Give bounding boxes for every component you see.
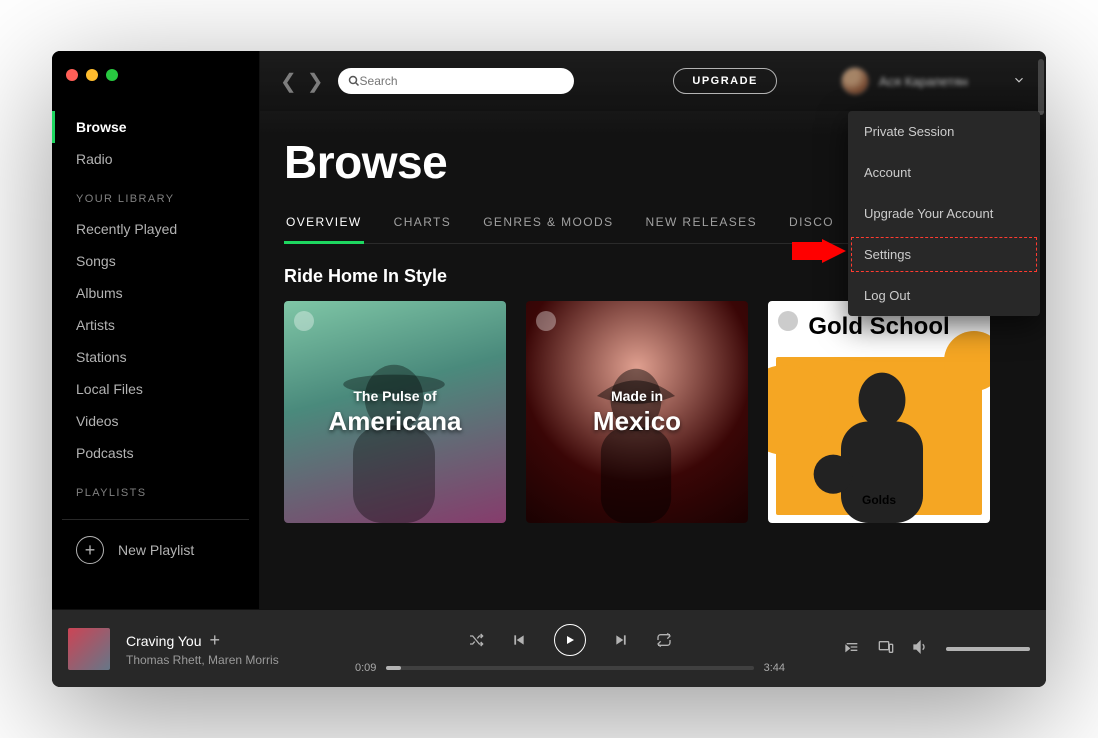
volume-icon[interactable]	[912, 639, 928, 658]
content-area: ❮ ❯ UPGRADE Ася Карапетян Private S	[260, 51, 1046, 609]
shuffle-icon[interactable]	[468, 632, 484, 648]
upgrade-button[interactable]: UPGRADE	[673, 68, 777, 94]
add-to-library-icon[interactable]: +	[210, 630, 221, 651]
dropdown-log-out[interactable]: Log Out	[848, 275, 1040, 316]
tab-discover[interactable]: DISCO	[787, 215, 836, 243]
sidebar-item-browse[interactable]: Browse	[52, 111, 259, 143]
card-silhouette	[314, 357, 474, 523]
sidebar-item-radio[interactable]: Radio	[52, 143, 259, 175]
sidebar-item-albums[interactable]: Albums	[52, 277, 259, 309]
card-big-title: Gold School	[768, 313, 990, 341]
sidebar-item-podcasts[interactable]: Podcasts	[52, 437, 259, 469]
plus-icon: +	[76, 536, 104, 564]
user-name: Ася Карапетян	[879, 74, 968, 89]
minimize-icon[interactable]	[86, 69, 98, 81]
card-silhouette	[556, 357, 716, 523]
close-icon[interactable]	[66, 69, 78, 81]
card-small-title: The Pulse of	[329, 388, 462, 404]
player-bar: Craving You + Thomas Rhett, Maren Morris	[52, 609, 1046, 687]
section-heading: Ride Home In Style	[284, 266, 447, 287]
playlist-card-gold-school[interactable]: Gold School Golds	[768, 301, 990, 523]
tab-new-releases[interactable]: NEW RELEASES	[644, 215, 760, 243]
new-playlist-label: New Playlist	[118, 542, 194, 558]
search-field[interactable]	[360, 74, 564, 88]
sidebar-library-heading: YOUR LIBRARY	[52, 175, 259, 213]
repeat-icon[interactable]	[656, 632, 672, 648]
track-artist[interactable]: Thomas Rhett, Maren Morris	[126, 653, 296, 667]
sidebar: Browse Radio YOUR LIBRARY Recently Playe…	[52, 51, 260, 609]
topbar: ❮ ❯ UPGRADE Ася Карапетян	[260, 51, 1046, 111]
app-window: Browse Radio YOUR LIBRARY Recently Playe…	[52, 51, 1046, 687]
new-playlist-button[interactable]: + New Playlist	[52, 520, 259, 580]
nav-forward-icon[interactable]: ❯	[307, 69, 324, 94]
spotify-icon	[536, 311, 556, 331]
sidebar-item-songs[interactable]: Songs	[52, 245, 259, 277]
window-controls	[66, 69, 118, 81]
next-track-icon[interactable]	[614, 633, 628, 647]
search-input[interactable]	[338, 68, 574, 94]
spotify-icon	[294, 311, 314, 331]
card-small-title: Made in	[593, 388, 681, 404]
chevron-down-icon[interactable]	[1012, 73, 1026, 90]
sidebar-playlists-heading: PLAYLISTS	[52, 469, 259, 507]
play-button[interactable]	[554, 624, 586, 656]
avatar	[841, 67, 869, 95]
dropdown-account[interactable]: Account	[848, 152, 1040, 193]
tab-overview[interactable]: OVERVIEW	[284, 215, 364, 244]
card-subtitle: Golds	[768, 493, 990, 507]
track-artwork[interactable]	[68, 628, 110, 670]
search-icon	[348, 75, 360, 87]
sidebar-item-artists[interactable]: Artists	[52, 309, 259, 341]
playlist-card-americana[interactable]: The Pulse of Americana	[284, 301, 506, 523]
nav-back-icon[interactable]: ❮	[280, 69, 297, 94]
card-big-title: Mexico	[593, 406, 681, 436]
dropdown-private-session[interactable]: Private Session	[848, 111, 1040, 152]
progress-bar[interactable]	[386, 666, 753, 670]
track-title[interactable]: Craving You	[126, 633, 202, 649]
playlist-card-mexico[interactable]: Made in Mexico	[526, 301, 748, 523]
total-time: 3:44	[764, 662, 785, 674]
tab-charts[interactable]: CHARTS	[392, 215, 454, 243]
dropdown-upgrade-account[interactable]: Upgrade Your Account	[848, 193, 1040, 234]
sidebar-item-local-files[interactable]: Local Files	[52, 373, 259, 405]
user-menu-trigger[interactable]: Ася Карапетян	[841, 67, 968, 95]
tab-genres-moods[interactable]: GENRES & MOODS	[481, 215, 615, 243]
zoom-icon[interactable]	[106, 69, 118, 81]
sidebar-item-stations[interactable]: Stations	[52, 341, 259, 373]
previous-track-icon[interactable]	[512, 633, 526, 647]
volume-bar[interactable]	[946, 647, 1030, 651]
sidebar-item-videos[interactable]: Videos	[52, 405, 259, 437]
queue-icon[interactable]	[844, 639, 860, 658]
dropdown-settings[interactable]: Settings	[848, 234, 1040, 275]
sidebar-item-recently-played[interactable]: Recently Played	[52, 213, 259, 245]
elapsed-time: 0:09	[355, 662, 376, 674]
devices-icon[interactable]	[878, 639, 894, 658]
cards-row: The Pulse of Americana Made in	[284, 301, 1022, 523]
card-big-title: Americana	[329, 406, 462, 436]
user-dropdown: Private Session Account Upgrade Your Acc…	[848, 111, 1040, 316]
